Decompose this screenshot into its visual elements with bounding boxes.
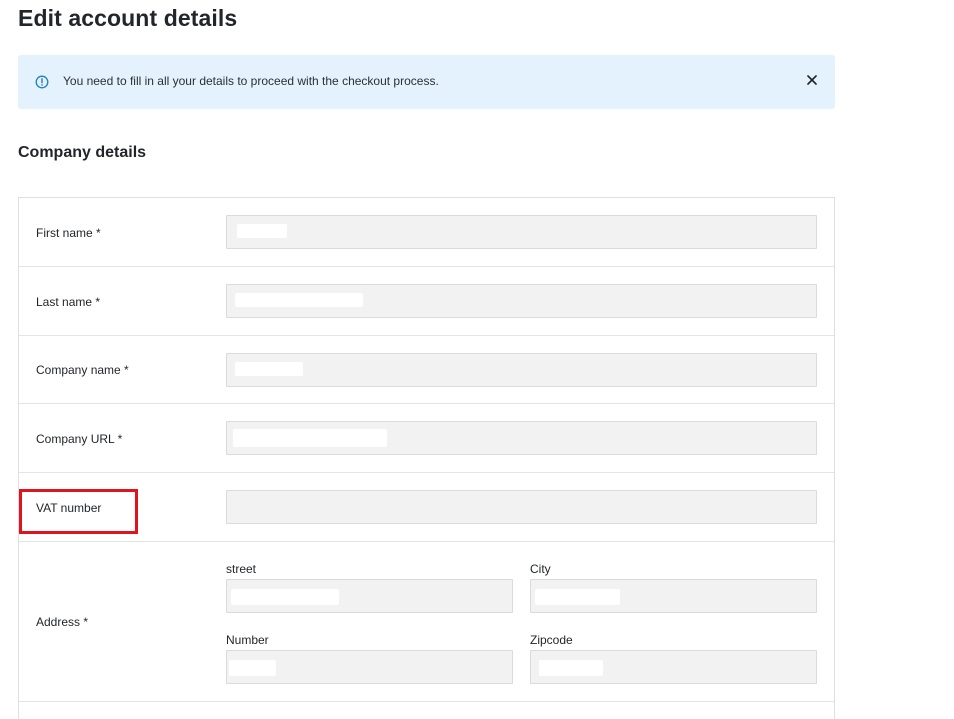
form-row-vat-number: VAT number xyxy=(19,473,834,542)
company-details-form: First name * Last name * Company name * … xyxy=(18,197,835,719)
company-name-input[interactable] xyxy=(226,353,817,387)
company-url-label: Company URL * xyxy=(36,432,123,446)
city-input[interactable] xyxy=(530,579,817,613)
redacted-value xyxy=(237,224,287,238)
address-label: Address * xyxy=(36,615,89,629)
last-name-label: Last name * xyxy=(36,295,101,309)
last-name-input[interactable] xyxy=(226,284,817,318)
redacted-value xyxy=(539,660,603,676)
company-name-label: Company name * xyxy=(36,363,129,377)
form-row-last-name: Last name * xyxy=(19,267,834,336)
edit-account-page: Edit account details You need to fill in… xyxy=(0,0,954,719)
form-row-first-name: First name * xyxy=(19,198,834,267)
first-name-label: First name * xyxy=(36,226,101,240)
city-label: City xyxy=(530,562,551,576)
redacted-value xyxy=(233,429,387,447)
alert-message: You need to fill in all your details to … xyxy=(63,74,439,88)
zipcode-label: Zipcode xyxy=(530,633,573,647)
redacted-value xyxy=(229,660,276,676)
redacted-value xyxy=(235,362,303,376)
info-alert: You need to fill in all your details to … xyxy=(18,55,835,109)
vat-number-label: VAT number xyxy=(36,501,102,515)
form-row-address: Address * street City Number Zipcode xyxy=(19,542,834,702)
company-url-input[interactable] xyxy=(226,421,817,455)
close-icon xyxy=(807,75,817,85)
street-label: street xyxy=(226,562,257,576)
section-title-company-details: Company details xyxy=(18,144,147,161)
info-circle-icon xyxy=(35,75,49,89)
redacted-value xyxy=(231,589,339,605)
zipcode-input[interactable] xyxy=(530,650,817,684)
number-input[interactable] xyxy=(226,650,513,684)
vat-number-input[interactable] xyxy=(226,490,817,524)
form-row-company-name: Company name * xyxy=(19,336,834,404)
form-row-company-url: Company URL * xyxy=(19,404,834,473)
page-title: Edit account details xyxy=(18,5,238,31)
redacted-value xyxy=(535,589,620,605)
close-alert-button[interactable] xyxy=(804,72,820,88)
redacted-value xyxy=(235,293,363,307)
first-name-input[interactable] xyxy=(226,215,817,249)
street-input[interactable] xyxy=(226,579,513,613)
number-label: Number xyxy=(226,633,269,647)
